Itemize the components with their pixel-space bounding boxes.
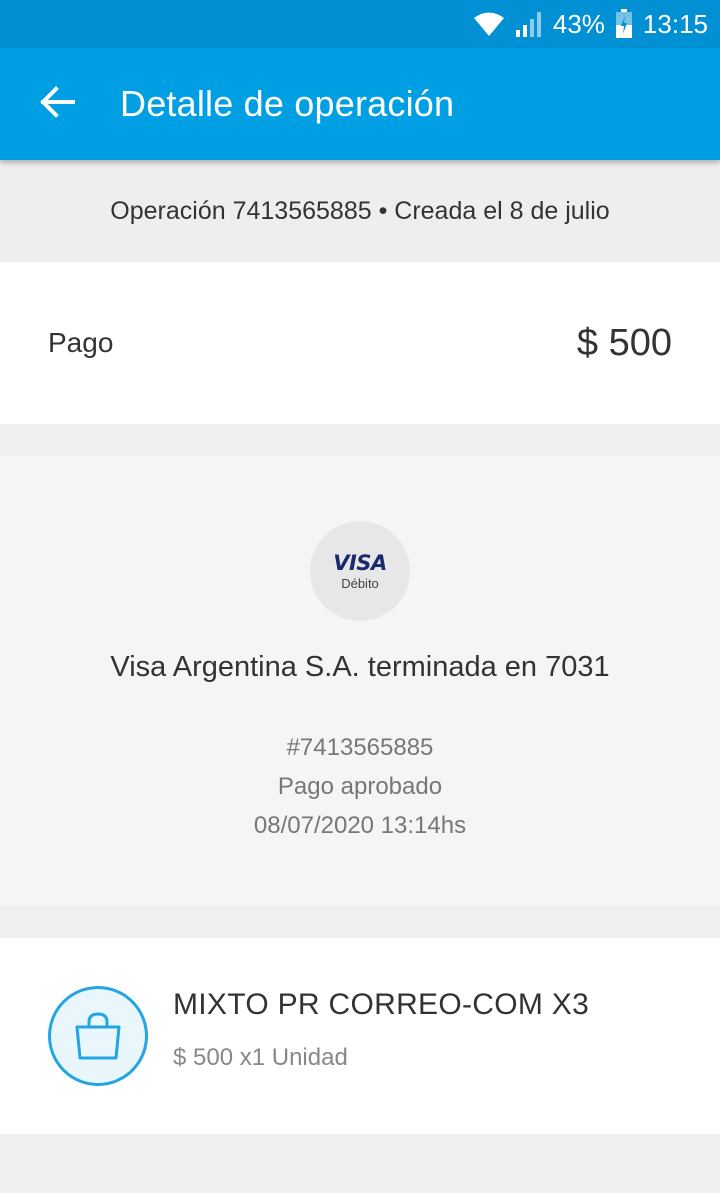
payment-method-section: VISA Débito Visa Argentina S.A. terminad… bbox=[0, 456, 720, 906]
visa-debit-logo: VISA Débito bbox=[310, 521, 410, 621]
arrow-left-icon bbox=[39, 85, 75, 123]
back-button[interactable] bbox=[28, 75, 86, 133]
wifi-icon bbox=[473, 11, 505, 37]
page-title: Detalle de operación bbox=[120, 83, 455, 124]
battery-icon bbox=[615, 9, 633, 39]
card-brand: VISA bbox=[333, 550, 387, 575]
card-name: Visa Argentina S.A. terminada en 7031 bbox=[110, 651, 610, 683]
status-bar: 43% 13:15 bbox=[0, 0, 720, 48]
item-detail: $ 500 x1 Unidad bbox=[173, 1044, 348, 1071]
shopping-bag-icon bbox=[48, 986, 148, 1086]
signal-icon bbox=[515, 10, 543, 38]
item-title: MIXTO PR CORREO-COM X3 bbox=[173, 988, 590, 1021]
operation-header: Operación 7413565885 • Creada el 8 de ju… bbox=[0, 160, 720, 262]
app-bar: Detalle de operación bbox=[0, 48, 720, 160]
purchased-item[interactable]: MIXTO PR CORREO-COM X3 $ 500 x1 Unidad bbox=[0, 938, 720, 1134]
battery-percent: 43% bbox=[552, 8, 605, 39]
payment-label: Pago bbox=[48, 327, 114, 358]
payment-amount: $ 500 bbox=[576, 321, 672, 364]
payment-datetime: 08/07/2020 13:14hs bbox=[253, 812, 467, 839]
payment-row: Pago $ 500 bbox=[0, 262, 720, 424]
payment-reference: #7413565885 bbox=[286, 734, 434, 761]
card-type: Débito bbox=[341, 575, 379, 591]
payment-details: #7413565885 Pago aprobado 08/07/2020 13:… bbox=[0, 728, 720, 845]
payment-status: Pago aprobado bbox=[277, 773, 443, 800]
clock: 13:15 bbox=[642, 8, 708, 39]
